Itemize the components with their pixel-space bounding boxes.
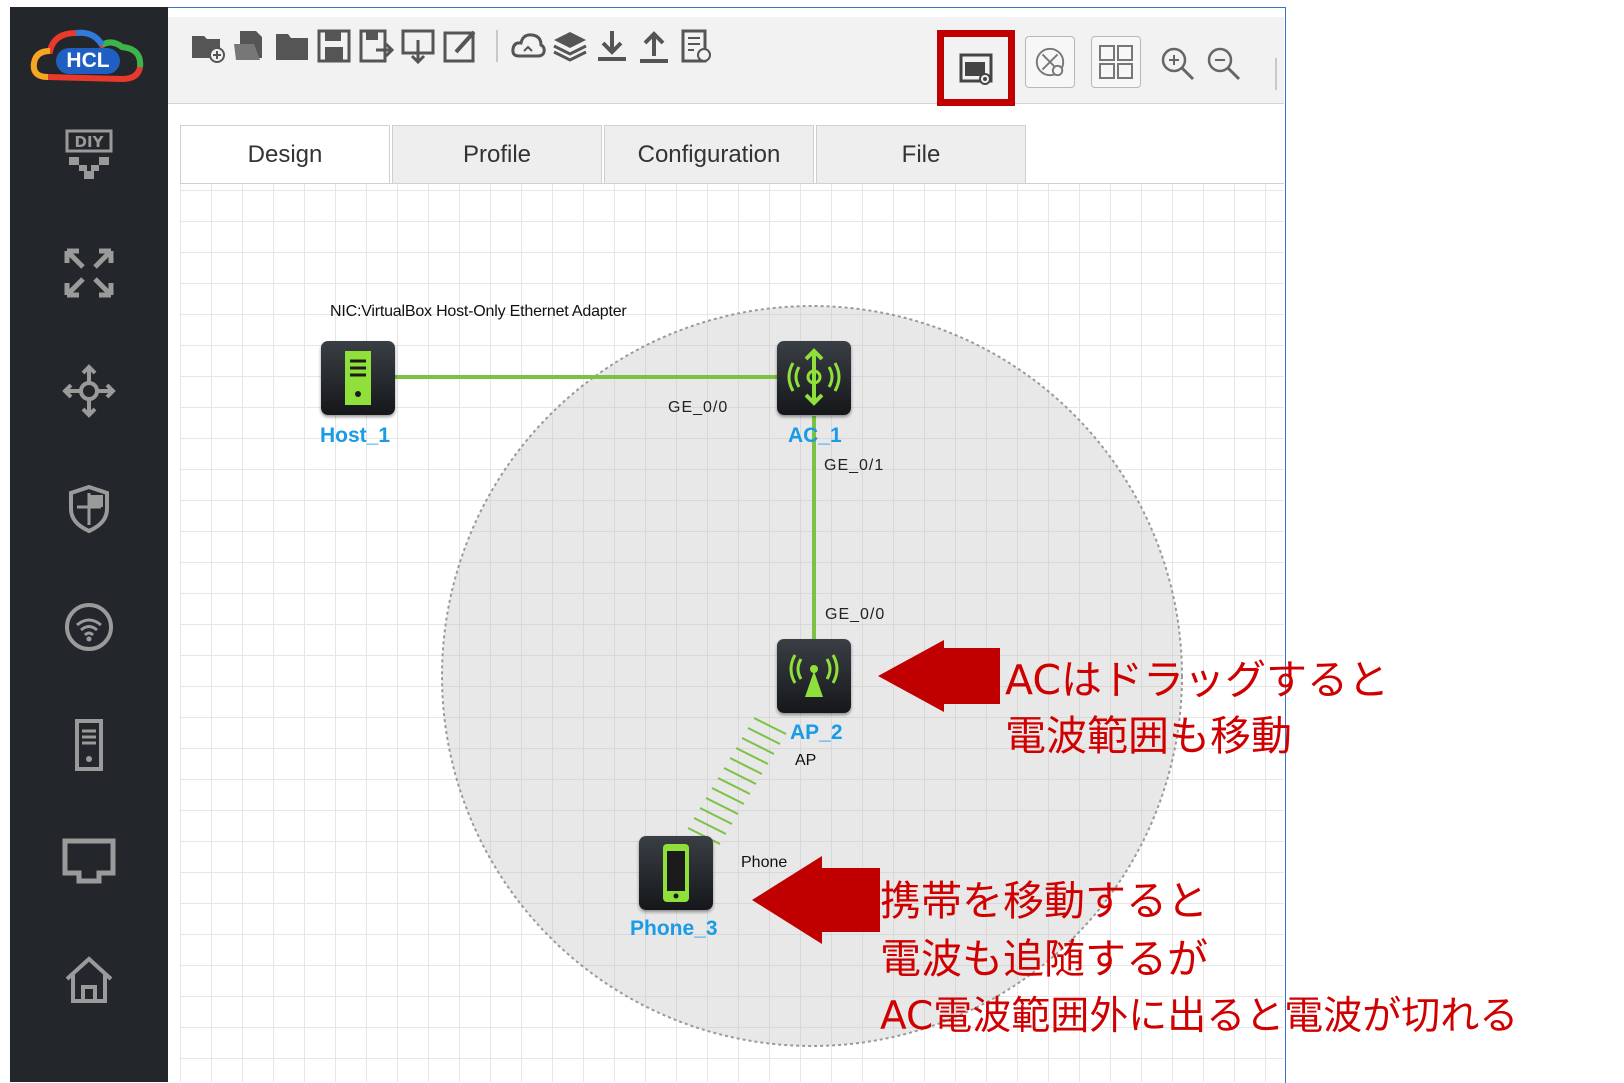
ap-type-label: AP [795, 752, 817, 769]
host-name-label[interactable]: Host_1 [320, 424, 390, 448]
ap-port-ge00-label: GE_0/0 [825, 606, 886, 623]
ac-note-line-2: 電波範囲も移動 [1005, 712, 1292, 760]
ap-device[interactable] [777, 639, 851, 713]
host-server-icon [345, 351, 371, 405]
ac-port-ge00-label: GE_0/0 [668, 399, 729, 416]
topology-overlay [392, 305, 1183, 1047]
phone-type-label: Phone [741, 854, 788, 871]
phone-note-line-1: 携帯を移動すると [880, 877, 1208, 925]
phone-device[interactable] [639, 836, 713, 910]
phone-note-line-2: 電波も追随するが [880, 935, 1208, 983]
access-point-icon [789, 654, 839, 697]
ac-controller-icon [787, 348, 841, 406]
ac-port-ge01-label: GE_0/1 [824, 457, 885, 474]
smartphone-icon [663, 844, 689, 902]
ap-name-label[interactable]: AP_2 [790, 721, 843, 745]
phone-note-line-3: AC電波範囲外に出ると電波が切れる [880, 994, 1519, 1039]
host-device[interactable] [321, 341, 395, 415]
host-nic-label: NIC:VirtualBox Host-Only Ethernet Adapte… [330, 303, 627, 320]
ac-note-line-1: ACはドラッグすると [1005, 656, 1389, 704]
screenshot: HCL DIY Design Profile Configuration Fil… [0, 0, 1624, 1083]
phone-name-label[interactable]: Phone_3 [630, 917, 718, 941]
ac-name-label[interactable]: AC_1 [788, 424, 842, 448]
ac-device[interactable] [777, 341, 851, 415]
